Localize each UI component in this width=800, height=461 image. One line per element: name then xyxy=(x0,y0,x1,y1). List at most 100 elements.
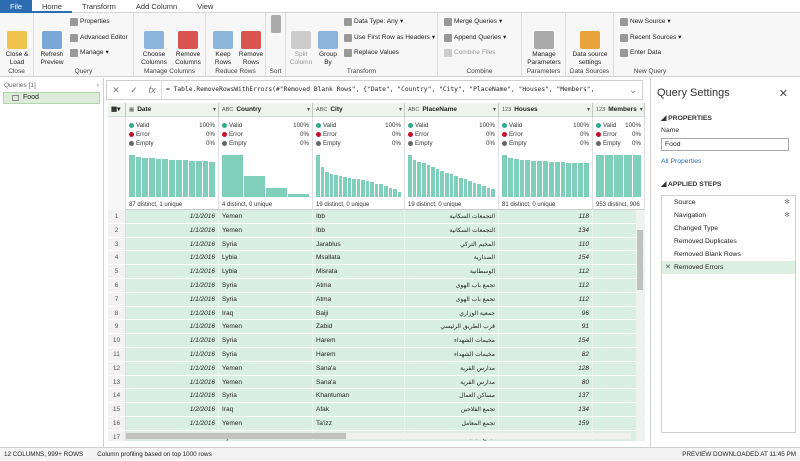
cell-placename[interactable]: الوسطانية xyxy=(405,265,499,278)
row-number[interactable]: 5 xyxy=(108,265,126,278)
table-row[interactable]: 12 1/1/2016 Yemen Sana'a مدارس القرية 128 xyxy=(108,361,645,376)
row-number[interactable]: 4 xyxy=(108,251,126,265)
step-changed-type[interactable]: Changed Type xyxy=(662,222,795,235)
cell-city[interactable]: Khantuman xyxy=(313,389,405,403)
new-source-button[interactable]: New Source ▾ xyxy=(620,17,671,27)
keep-rows-button[interactable]: Keep Rows xyxy=(210,15,236,75)
step-removed-errors[interactable]: ✕ Removed Errors xyxy=(662,261,795,274)
cell-country[interactable]: Yemen xyxy=(219,223,313,237)
cell-city[interactable]: Ibb xyxy=(313,223,405,237)
cell-date[interactable]: 1/1/2016 xyxy=(126,251,219,265)
table-row[interactable]: 9 1/1/2016 Yemen Zabid قرب الطريق الرئيسي 91 xyxy=(108,320,645,335)
step-removed-duplicates[interactable]: Removed Duplicates xyxy=(662,235,795,248)
cell-date[interactable]: 1/1/2016 xyxy=(126,347,219,361)
cell-country[interactable]: Syria xyxy=(219,334,313,347)
close-load-button[interactable]: Close & Load xyxy=(2,15,32,75)
cell-houses[interactable]: 159 xyxy=(499,416,593,430)
cell-houses[interactable]: 82 xyxy=(499,347,593,361)
cell-country[interactable]: Lybia xyxy=(219,265,313,278)
cell-houses[interactable]: 137 xyxy=(499,389,593,403)
type-icon[interactable]: ABC xyxy=(408,103,419,117)
cell-placename[interactable]: مساكن العمال xyxy=(405,389,499,403)
gear-icon[interactable]: ✻ xyxy=(784,196,790,209)
cell-placename[interactable]: الصدارية xyxy=(405,251,499,265)
row-number[interactable]: 9 xyxy=(108,320,126,334)
all-properties-link[interactable]: All Properties xyxy=(661,158,701,165)
cell-placename[interactable]: المخيم التركي xyxy=(405,237,499,251)
tab-view[interactable]: View xyxy=(187,0,223,13)
remove-rows-button[interactable]: Remove Rows xyxy=(237,15,265,75)
cell-placename[interactable]: جمعية الوزاري xyxy=(405,306,499,320)
cell-date[interactable]: 1/2/2016 xyxy=(126,403,219,416)
data-source-settings-button[interactable]: Data source settings xyxy=(568,15,612,75)
type-icon[interactable]: ▦ xyxy=(129,103,134,117)
row-number[interactable]: 3 xyxy=(108,237,126,251)
expand-formula-icon[interactable]: ⌄ xyxy=(624,85,642,96)
cell-city[interactable]: Harem xyxy=(313,347,405,361)
row-number[interactable]: 2 xyxy=(108,223,126,237)
choose-columns-button[interactable]: Choose Columns xyxy=(138,15,170,75)
horizontal-scrollbar[interactable] xyxy=(126,433,631,439)
cell-date[interactable]: 1/1/2016 xyxy=(126,361,219,375)
replace-values-button[interactable]: Replace Values xyxy=(344,48,399,58)
cell-houses[interactable]: 110 xyxy=(499,237,593,251)
refresh-preview-button[interactable]: Refresh Preview xyxy=(36,15,68,75)
row-number[interactable]: 13 xyxy=(108,375,126,389)
cell-houses[interactable]: 154 xyxy=(499,251,593,265)
column-header-placename[interactable]: ABC PlaceName ▾ xyxy=(405,103,499,117)
step-navigation[interactable]: Navigation ✻ xyxy=(662,209,795,222)
vertical-scrollbar[interactable] xyxy=(636,210,644,441)
type-icon[interactable]: ABC xyxy=(222,103,233,117)
manage-parameters-button[interactable]: Manage Parameters xyxy=(524,15,564,75)
row-number[interactable]: 8 xyxy=(108,306,126,320)
cell-country[interactable]: Lybia xyxy=(219,251,313,265)
cell-placename[interactable]: مخيمات الشهداء xyxy=(405,334,499,347)
cancel-icon[interactable]: ✕ xyxy=(107,85,125,96)
cell-houses[interactable]: 80 xyxy=(499,375,593,389)
cell-houses[interactable]: 134 xyxy=(499,223,593,237)
filter-dropdown-icon[interactable]: ▾ xyxy=(493,103,496,117)
cell-city[interactable]: Ta'izz xyxy=(313,416,405,430)
cell-date[interactable]: 1/1/2016 xyxy=(126,292,219,306)
row-number[interactable]: 16 xyxy=(108,416,126,430)
tab-home[interactable]: Home xyxy=(32,0,73,13)
row-number[interactable]: 1 xyxy=(108,210,126,223)
gear-icon[interactable]: ✻ xyxy=(784,209,790,222)
cell-houses[interactable]: 134 xyxy=(499,403,593,416)
horizontal-scroll-thumb[interactable] xyxy=(126,433,346,439)
cell-country[interactable]: Yemen xyxy=(219,210,313,223)
cell-country[interactable]: Iraq xyxy=(219,403,313,416)
table-row[interactable]: 15 1/2/2016 Iraq Afak تجمع الفلاحين 134 xyxy=(108,403,645,417)
filter-dropdown-icon[interactable]: ▾ xyxy=(587,103,590,117)
table-row[interactable]: 3 1/1/2016 Syria Jarablus المخيم التركي 110 xyxy=(108,237,645,252)
table-row[interactable]: 13 1/1/2016 Yemen Sana'a مدارس القرية 80 xyxy=(108,375,645,390)
cell-country[interactable]: Yemen xyxy=(219,416,313,430)
cell-country[interactable]: Syria xyxy=(219,237,313,251)
cell-date[interactable]: 1/1/2016 xyxy=(126,223,219,237)
table-row[interactable]: 10 1/1/2016 Syria Harem مخيمات الشهداء 154 xyxy=(108,334,645,348)
cell-country[interactable]: Iraq xyxy=(219,306,313,320)
commit-icon[interactable]: ✓ xyxy=(125,85,143,96)
filter-dropdown-icon[interactable]: ▾ xyxy=(307,103,310,117)
sort-ascending-button[interactable] xyxy=(269,15,283,35)
filter-dropdown-icon[interactable]: ▾ xyxy=(213,103,216,117)
filter-dropdown-icon[interactable]: ▾ xyxy=(640,103,643,117)
row-number[interactable]: 14 xyxy=(108,389,126,403)
cell-date[interactable]: 1/1/2016 xyxy=(126,320,219,334)
use-first-row-button[interactable]: Use First Row as Headers ▾ xyxy=(344,33,435,43)
row-number[interactable]: 12 xyxy=(108,361,126,375)
cell-city[interactable]: Sana'a xyxy=(313,361,405,375)
remove-columns-button[interactable]: Remove Columns xyxy=(172,15,204,75)
split-column-button[interactable]: Split Column xyxy=(288,15,314,75)
cell-houses[interactable]: 118 xyxy=(499,210,593,223)
type-icon[interactable]: 123 xyxy=(502,103,511,117)
cell-city[interactable]: Afak xyxy=(313,403,405,416)
fx-icon[interactable]: fx xyxy=(143,85,161,95)
cell-placename[interactable]: تجمع باب الهوى xyxy=(405,278,499,292)
cell-houses[interactable]: 91 xyxy=(499,320,593,334)
cell-city[interactable]: Misrata xyxy=(313,265,405,278)
cell-houses[interactable]: 96 xyxy=(499,306,593,320)
cell-date[interactable]: 1/1/2016 xyxy=(126,278,219,292)
cell-placename[interactable]: التجمعات السكانية xyxy=(405,223,499,237)
column-header-houses[interactable]: 123 Houses ▾ xyxy=(499,103,593,117)
